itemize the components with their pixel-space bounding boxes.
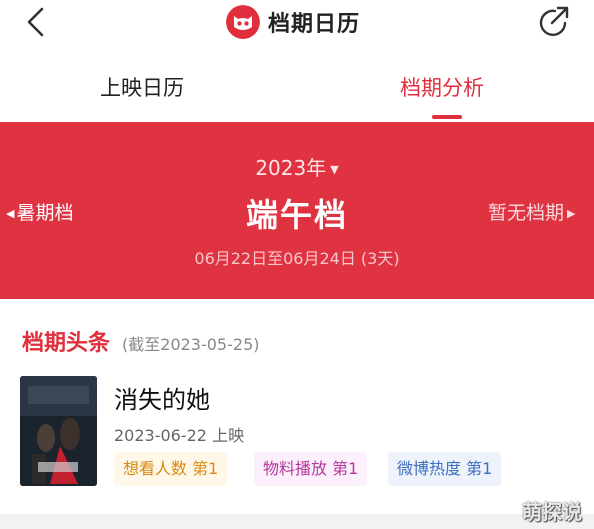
caret-left-icon: ◀ (6, 207, 15, 220)
share-icon[interactable] (535, 4, 571, 40)
tab-bar: 上映日历 档期分析 (0, 60, 594, 122)
year-value: 2023年 (255, 156, 327, 180)
watermark: 萌探说 (522, 500, 582, 524)
movie-poster (20, 376, 97, 486)
caret-right-icon: ▶ (567, 207, 576, 220)
next-period-label: 暂无档期 (488, 202, 565, 224)
movie-title: 消失的她 (114, 386, 210, 414)
year-selector[interactable]: 2023年 ▼ (0, 152, 594, 181)
movie-release-date: 2023-06-22 上映 (114, 426, 245, 445)
chevron-left-icon[interactable] (22, 6, 50, 38)
top-bar: 档期日历 (0, 0, 594, 44)
caret-down-icon: ▼ (330, 163, 339, 176)
rank-tag-material-plays: 物料播放 第1 (254, 452, 368, 486)
period-banner: 2023年 ▼ 端午档 06月22日至06月24日 (3天) ◀ 暑期档 暂无档期 ▶ (0, 122, 594, 299)
next-period-button[interactable]: 暂无档期 ▶ (488, 198, 575, 225)
maoyan-cat-logo (226, 5, 260, 39)
headline-header: 档期头条 (截至2023-05-25) (22, 325, 260, 357)
active-tab-indicator (432, 115, 462, 119)
page-title: 档期日历 (268, 12, 361, 37)
prev-period-button[interactable]: ◀ 暑期档 (6, 198, 73, 225)
brand: 档期日历 (226, 3, 360, 41)
tab-release-calendar[interactable]: 上映日历 (100, 72, 184, 102)
rank-tag-weibo-heat: 微博热度 第1 (388, 452, 502, 486)
bottom-divider (0, 514, 594, 529)
movie-card[interactable]: 消失的她 2023-06-22 上映 想看人数 第1 物料播放 第1 微博热度 … (20, 376, 580, 488)
rank-tag-want-to-watch: 想看人数 第1 (114, 452, 228, 486)
section-title: 档期头条 (22, 331, 111, 356)
section-subtitle: (截至2023-05-25) (122, 335, 260, 354)
prev-period-label: 暑期档 (16, 202, 74, 224)
period-date-range: 06月22日至06月24日 (3天) (194, 249, 400, 268)
tab-period-analysis[interactable]: 档期分析 (400, 72, 484, 102)
